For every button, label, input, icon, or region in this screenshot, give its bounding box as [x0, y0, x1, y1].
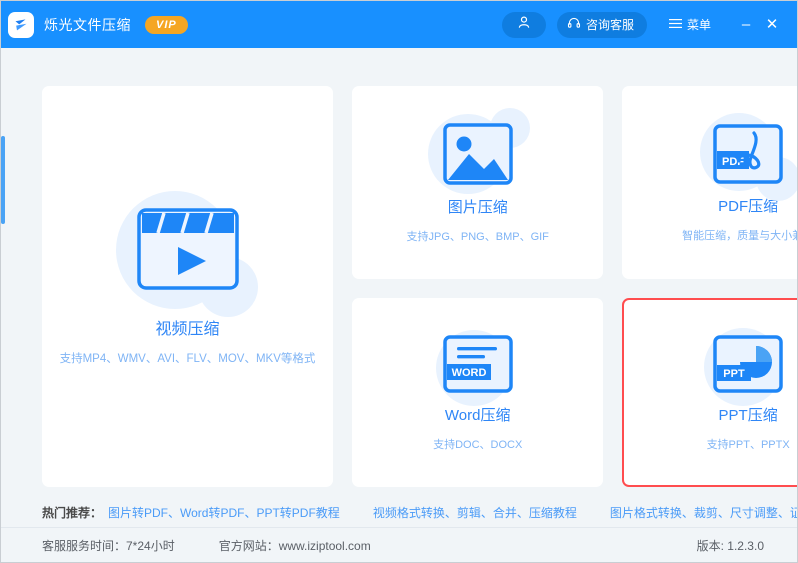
recommend-link-1[interactable]: 图片转PDF、Word转PDF、PPT转PDF教程	[108, 504, 340, 521]
recommend-link-2[interactable]: 视频格式转换、剪辑、合并、压缩教程	[373, 504, 577, 521]
recommend-label: 热门推荐：	[42, 506, 103, 520]
pdf-file-icon: PDF	[700, 112, 797, 201]
menu-label: 菜单	[686, 18, 711, 32]
close-button[interactable]: ✕	[761, 15, 783, 35]
minimize-button[interactable]: –	[735, 15, 757, 35]
vip-badge[interactable]: VIP	[145, 15, 188, 34]
svg-text:WORD: WORD	[451, 367, 486, 379]
tool-card-pdf[interactable]: PDF PDF压缩 智能压缩，质量与大小兼顾	[622, 86, 797, 279]
service-hours-text: 客服服务时间：7*24小时	[42, 538, 175, 553]
tool-card-subtitle: 支持MP4、WMV、AVI、FLV、MOV、MKV等格式	[59, 353, 316, 365]
word-file-icon: WORD	[435, 329, 514, 406]
main-content: 视频压缩 支持MP4、WMV、AVI、FLV、MOV、MKV等格式 图片压缩 支…	[1, 48, 797, 527]
tool-card-video[interactable]: 视频压缩 支持MP4、WMV、AVI、FLV、MOV、MKV等格式	[42, 86, 333, 487]
tool-card-subtitle: 支持JPG、PNG、BMP、GIF	[406, 230, 549, 243]
tool-card-subtitle: 支持DOC、DOCX	[433, 438, 523, 451]
tool-card-subtitle: 智能压缩，质量与大小兼顾	[682, 229, 797, 242]
tool-card-title: 视频压缩	[155, 321, 220, 338]
picture-icon	[427, 107, 530, 194]
ppt-file-icon: PPT	[704, 327, 784, 406]
title-bar: 烁光文件压缩 VIP 咨询客服 菜单 – ✕	[1, 1, 797, 48]
tool-card-word[interactable]: WORD Word压缩 支持DOC、DOCX	[352, 298, 604, 487]
status-footer: 客服服务时间：7*24小时 官方网站：www.iziptool.com 版本: …	[1, 527, 797, 562]
tool-card-subtitle: 支持PPT、PPTX	[706, 438, 790, 451]
svg-text:PPT: PPT	[723, 368, 745, 380]
hamburger-icon	[668, 18, 682, 32]
tool-card-title: 图片压缩	[447, 198, 508, 216]
menu-button[interactable]: 菜单	[668, 16, 711, 33]
tool-card-title: PPT压缩	[718, 406, 778, 424]
tool-card-ppt[interactable]: PPT PPT压缩 支持PPT、PPTX	[622, 298, 797, 487]
tool-card-image[interactable]: 图片压缩 支持JPG、PNG、BMP、GIF	[352, 86, 604, 279]
app-window: 烁光文件压缩 VIP 咨询客服 菜单 – ✕ 视频压缩 支持MP4、WMV、AV…	[0, 0, 798, 563]
page-body: 视频压缩 支持MP4、WMV、AVI、FLV、MOV、MKV等格式 图片压缩 支…	[6, 48, 797, 527]
user-icon	[517, 15, 531, 34]
customer-service-button[interactable]: 咨询客服	[556, 11, 647, 38]
app-logo-icon	[8, 11, 34, 38]
tool-card-title: Word压缩	[444, 406, 511, 424]
headset-icon	[567, 16, 581, 33]
tool-card-grid: 视频压缩 支持MP4、WMV、AVI、FLV、MOV、MKV等格式 图片压缩 支…	[42, 86, 797, 487]
official-website-text[interactable]: 官方网站：www.iziptool.com	[219, 537, 371, 554]
version-text: 版本: 1.2.3.0	[696, 538, 764, 553]
video-clapper-icon	[115, 191, 258, 317]
scrollbar-track[interactable]	[1, 48, 6, 527]
hot-recommendations: 热门推荐： 图片转PDF、Word转PDF、PPT转PDF教程 视频格式转换、剪…	[42, 504, 797, 521]
scrollbar-thumb[interactable]	[1, 136, 5, 224]
app-title: 烁光文件压缩	[44, 16, 131, 33]
recommend-link-3[interactable]: 图片格式转换、裁剪、尺寸调整、证件照大小调整	[610, 504, 797, 521]
user-account-button[interactable]	[501, 11, 546, 38]
customer-service-label: 咨询客服	[585, 18, 634, 32]
